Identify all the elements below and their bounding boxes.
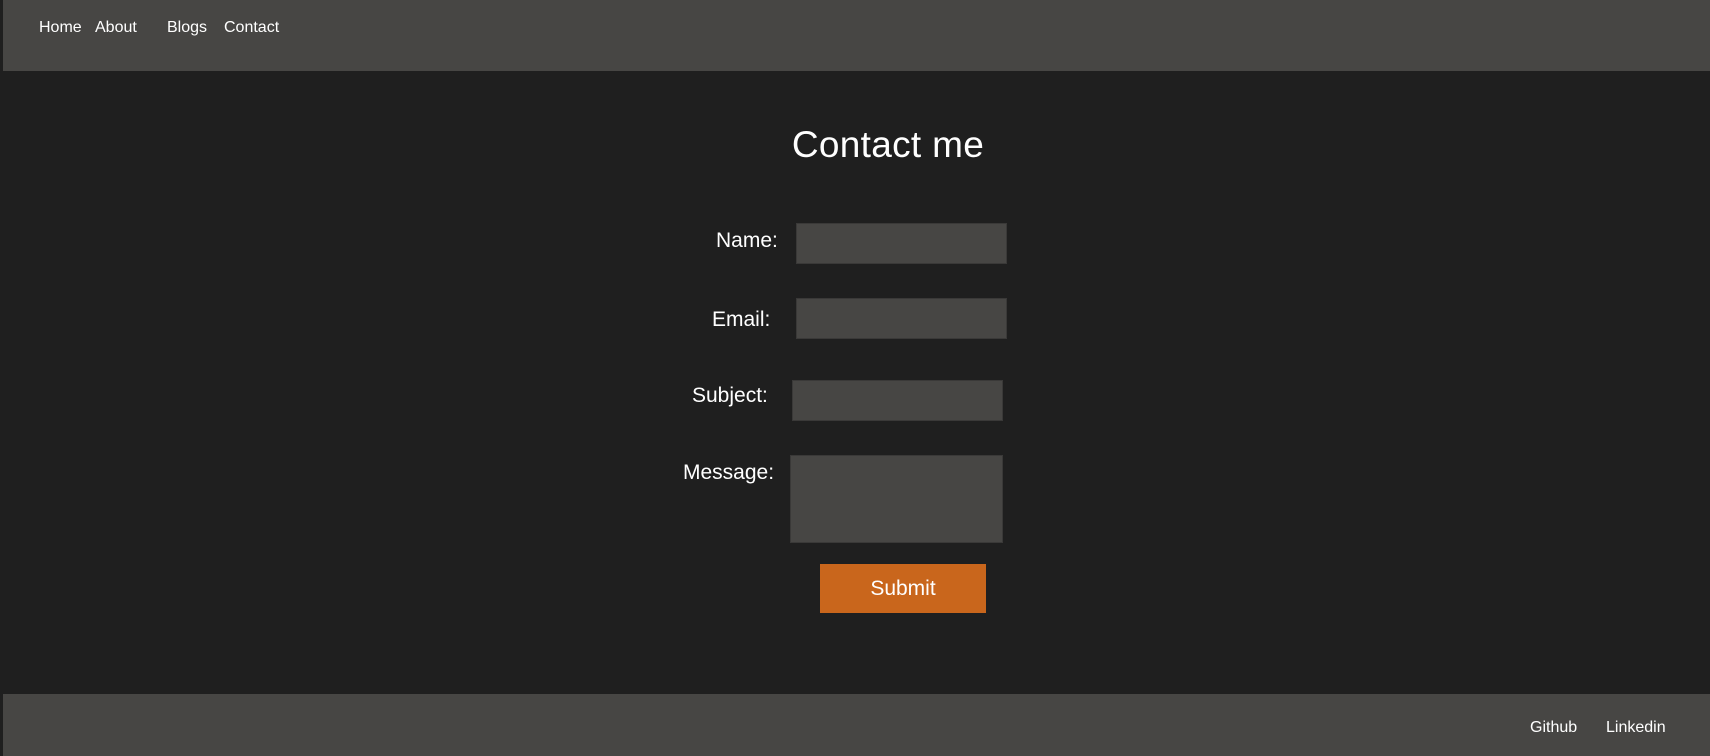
nav-link-contact[interactable]: Contact (224, 19, 279, 37)
email-label: Email: (712, 308, 771, 331)
message-label: Message: (683, 461, 775, 484)
footer-link-linkedin[interactable]: Linkedin (1606, 719, 1666, 737)
footer: Github Linkedin (3, 694, 1710, 756)
subject-label: Subject: (692, 384, 768, 407)
subject-field[interactable] (792, 380, 1003, 421)
email-field[interactable] (796, 298, 1007, 339)
name-label: Name: (716, 229, 778, 252)
page: Home About Blogs Contact Contact me Name… (0, 0, 1710, 756)
nav-link-about[interactable]: About (95, 19, 137, 37)
footer-link-github[interactable]: Github (1530, 719, 1577, 737)
nav-link-home[interactable]: Home (39, 19, 82, 37)
message-field[interactable] (790, 455, 1003, 543)
name-field[interactable] (796, 223, 1007, 264)
page-title: Contact me (791, 124, 985, 165)
top-navbar: Home About Blogs Contact (3, 0, 1710, 71)
nav-link-blogs[interactable]: Blogs (167, 19, 207, 37)
submit-button[interactable]: Submit (820, 564, 986, 613)
